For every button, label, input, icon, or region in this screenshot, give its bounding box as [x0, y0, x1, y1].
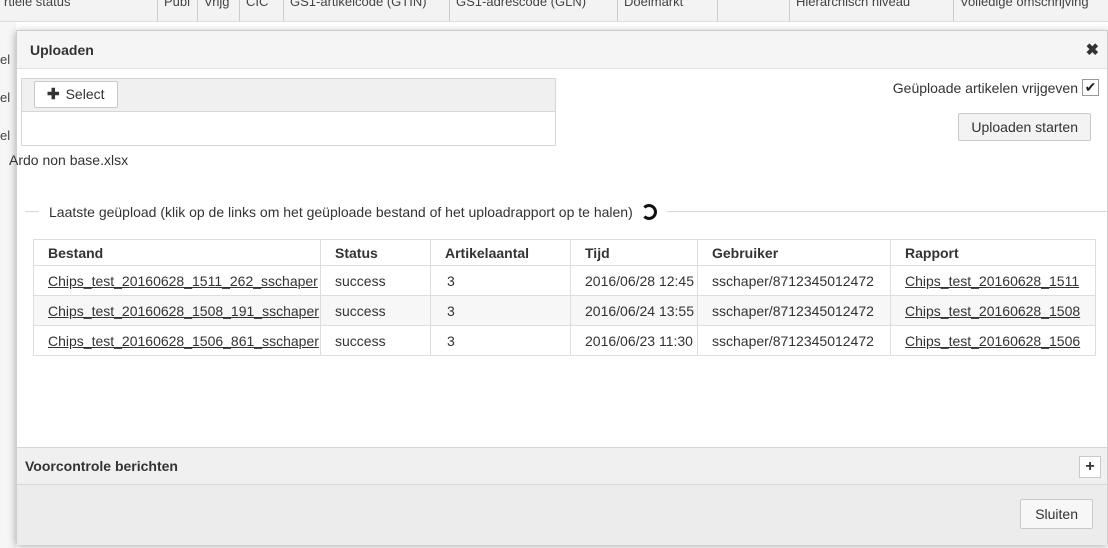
recent-uploads-legend: Laatste geüpload (klik op de links om he… — [39, 204, 667, 220]
select-toolbar: ✚ Select — [22, 79, 555, 112]
precheck-panel-header[interactable]: Voorcontrole berichten + — [17, 447, 1107, 485]
column-header-bestand[interactable]: Bestand — [33, 239, 321, 266]
selected-file-name: Ardo non base.xlsx — [9, 152, 129, 168]
loading-spinner-icon — [640, 204, 657, 220]
file-link[interactable]: Chips_test_20160628_1511_262_sschaper — [48, 273, 318, 289]
column-header-artikelaantal[interactable]: Artikelaantal — [430, 239, 571, 266]
status-cell: success — [320, 325, 431, 356]
user-cell: sschaper/8712345012472 — [697, 325, 891, 356]
bg-row-fragment: el — [0, 52, 11, 67]
file-select-area: ✚ Select — [21, 78, 556, 146]
user-cell: sschaper/8712345012472 — [697, 295, 891, 326]
bg-row-fragment: el — [0, 90, 11, 105]
expand-plus-icon[interactable]: + — [1079, 456, 1101, 478]
table-row: Chips_test_20160628_1508_191_sschaper su… — [33, 295, 1096, 326]
select-button[interactable]: ✚ Select — [34, 81, 118, 108]
time-cell: 2016/06/28 12:45 — [570, 265, 698, 296]
status-cell: success — [320, 265, 431, 296]
precheck-title: Voorcontrole berichten — [25, 458, 178, 474]
upload-dialog: Uploaden ✖ ✚ Select Ardo non base.xlsx Ge… — [9, 30, 1108, 545]
uploads-table: Bestand Status Artikelaantal Tijd Gebrui… — [33, 239, 1096, 356]
file-cell: Chips_test_20160628_1511_262_sschaper — [33, 265, 321, 296]
release-option: Geüploade artikelen vrijgeven ✔ — [893, 79, 1099, 96]
bg-column-header: Doelmarkt — [618, 0, 718, 21]
column-header-gebruiker[interactable]: Gebruiker — [697, 239, 891, 266]
release-label: Geüploade artikelen vrijgeven — [892, 79, 1078, 96]
report-link[interactable]: Chips_test_20160628_1506 — [905, 333, 1080, 349]
report-link[interactable]: Chips_test_20160628_1508 — [905, 303, 1080, 319]
count-cell: 3 — [430, 325, 571, 356]
file-cell: Chips_test_20160628_1508_191_sschaper — [33, 295, 321, 326]
file-link[interactable]: Chips_test_20160628_1508_191_sschaper — [48, 303, 319, 319]
select-button-label: Select — [65, 86, 105, 102]
time-cell: 2016/06/24 13:55 — [570, 295, 698, 326]
file-link[interactable]: Chips_test_20160628_1506_861_sschaper — [48, 333, 319, 349]
bg-column-header: GS1-artikelcode (GTIN) — [284, 0, 450, 21]
table-row: Chips_test_20160628_1506_861_sschaper su… — [33, 325, 1096, 356]
status-cell: success — [320, 295, 431, 326]
report-link[interactable]: Chips_test_20160628_1511 — [905, 273, 1079, 289]
column-header-status[interactable]: Status — [320, 239, 431, 266]
report-cell: Chips_test_20160628_1511 — [890, 265, 1096, 296]
report-cell: Chips_test_20160628_1508 — [890, 295, 1096, 326]
file-cell: Chips_test_20160628_1506_861_sschaper — [33, 325, 321, 356]
bg-column-header — [718, 0, 790, 21]
bg-column-header: Hiërarchisch niveau — [790, 0, 954, 21]
bg-column-header: Publ — [158, 0, 198, 21]
report-cell: Chips_test_20160628_1506 — [890, 325, 1096, 356]
bg-column-header: CIC — [240, 0, 284, 21]
close-icon[interactable]: ✖ — [1086, 40, 1099, 60]
close-button[interactable]: Sluiten — [1020, 499, 1093, 529]
table-header-row: Bestand Status Artikelaantal Tijd Gebrui… — [33, 239, 1096, 266]
dialog-titlebar: Uploaden ✖ — [17, 31, 1107, 69]
count-cell: 3 — [430, 265, 571, 296]
bg-row-fragment: el — [0, 128, 11, 143]
legend-text: Laatste geüpload (klik op de links om he… — [49, 204, 633, 220]
column-header-tijd[interactable]: Tijd — [570, 239, 698, 266]
bg-column-header: GS1-adrescode (GLN) — [450, 0, 618, 21]
dialog-footer: Sluiten — [17, 485, 1107, 545]
plus-icon: ✚ — [47, 86, 60, 103]
user-cell: sschaper/8712345012472 — [697, 265, 891, 296]
bg-column-header: Vrijg — [198, 0, 240, 21]
release-checkbox[interactable]: ✔ — [1082, 79, 1099, 96]
background-left-column: el el el — [0, 22, 16, 548]
background-table-header: rtiele status Publ Vrijg CIC GS1-artikel… — [0, 0, 1108, 22]
table-row: Chips_test_20160628_1511_262_sschaper su… — [33, 265, 1096, 296]
count-cell: 3 — [430, 295, 571, 326]
column-header-rapport[interactable]: Rapport — [890, 239, 1096, 266]
start-upload-button[interactable]: Uploaden starten — [958, 113, 1091, 141]
dialog-title: Uploaden — [30, 42, 94, 58]
bg-column-header: rtiele status — [0, 0, 158, 21]
time-cell: 2016/06/23 11:30 — [570, 325, 698, 356]
bg-column-header: Volledige omschrijving — [954, 0, 1108, 21]
